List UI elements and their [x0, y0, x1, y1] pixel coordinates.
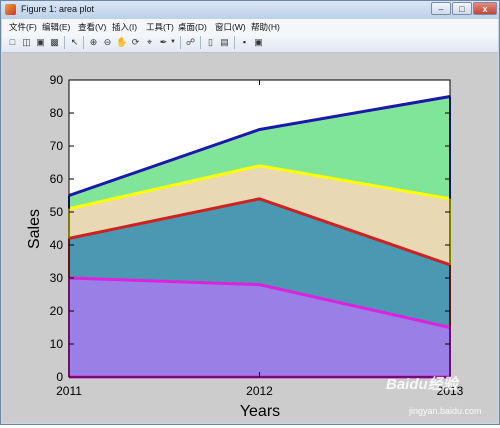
area-chart[interactable]: 01020304050607080902011 2012 2013 Sales Ye…	[2, 53, 498, 423]
chevron-down-icon[interactable]: ▼	[170, 37, 176, 48]
menu-window[interactable]: 窗口(W)	[215, 21, 246, 33]
open-file-icon[interactable]: ◫	[21, 37, 32, 48]
pan-icon[interactable]: ✋	[116, 37, 127, 48]
x-tick-label: 2011	[56, 384, 82, 398]
area-layers	[69, 80, 450, 377]
maximize-button[interactable]: □	[452, 2, 472, 15]
menu-view[interactable]: 查看(V)	[78, 21, 106, 33]
matlab-icon	[5, 4, 16, 15]
menu-file[interactable]: 文件(F)	[9, 21, 37, 33]
show-tools-icon[interactable]: ▣	[253, 37, 264, 48]
toolbar-separator	[83, 36, 84, 49]
y-tick-label: 80	[50, 106, 64, 120]
y-axis-label: Sales	[26, 209, 43, 249]
figure-canvas: 0 10 20 30 40 50 60 70 80 90 2011 2012 2013 Sales Ye…	[2, 53, 498, 423]
menu-desktop[interactable]: 桌面(D)	[178, 21, 207, 33]
menu-edit[interactable]: 编辑(E)	[42, 21, 70, 33]
colorbar-icon[interactable]: ▯	[205, 37, 216, 48]
zoom-in-icon[interactable]: ⊕	[88, 37, 99, 48]
minimize-button[interactable]: –	[431, 2, 451, 15]
title-bar[interactable]: Figure 1: area plot – □ x	[1, 1, 499, 19]
brush-icon[interactable]: ✒	[158, 37, 169, 48]
y-tick-label: 70	[50, 139, 64, 153]
y-tick-label: 10	[50, 337, 64, 351]
link-icon[interactable]: ☍	[185, 37, 196, 48]
y-tick-label: 60	[50, 172, 64, 186]
new-file-icon[interactable]: □	[7, 37, 18, 48]
x-axis-label: Years	[240, 403, 280, 420]
zoom-out-icon[interactable]: ⊖	[102, 37, 113, 48]
legend-icon[interactable]: ▤	[219, 37, 230, 48]
toolbar-separator	[234, 36, 235, 49]
print-icon[interactable]: ▩	[49, 37, 60, 48]
rotate-icon[interactable]: ⟳	[130, 37, 141, 48]
window-title: Figure 1: area plot	[21, 4, 95, 14]
hide-tools-icon[interactable]: ▪	[239, 37, 250, 48]
y-tick-label: 90	[50, 73, 64, 87]
pointer-icon[interactable]: ↖	[69, 37, 80, 48]
toolbar: □ ◫ ▣ ▩ ↖ ⊕ ⊖ ✋ ⟳ ⌖ ✒ ▼ ☍ ▯ ▤ ▪ ▣	[2, 33, 498, 53]
data-cursor-icon[interactable]: ⌖	[144, 37, 155, 48]
baidu-watermark: Baidu经验	[386, 376, 458, 393]
y-tick-label: 20	[50, 304, 64, 318]
menu-insert[interactable]: 插入(I)	[112, 21, 137, 33]
y-tick-label: 50	[50, 205, 64, 219]
figure-window: Figure 1: area plot – □ x 文件(F) 编辑(E) 查看…	[0, 0, 500, 425]
toolbar-separator	[180, 36, 181, 49]
x-tick-label: 2012	[246, 384, 273, 398]
y-tick-label: 30	[50, 271, 64, 285]
close-button[interactable]: x	[473, 2, 497, 15]
baidu-watermark-url: jingyan.baidu.com	[409, 406, 482, 416]
menu-help[interactable]: 帮助(H)	[251, 21, 280, 33]
y-tick-label: 0	[56, 370, 63, 384]
toolbar-separator	[64, 36, 65, 49]
save-icon[interactable]: ▣	[35, 37, 46, 48]
toolbar-separator	[200, 36, 201, 49]
menu-tools[interactable]: 工具(T)	[146, 21, 174, 33]
y-tick-label: 40	[50, 238, 64, 252]
menu-bar: 文件(F) 编辑(E) 查看(V) 插入(I) 工具(T) 桌面(D) 窗口(W…	[2, 19, 498, 33]
